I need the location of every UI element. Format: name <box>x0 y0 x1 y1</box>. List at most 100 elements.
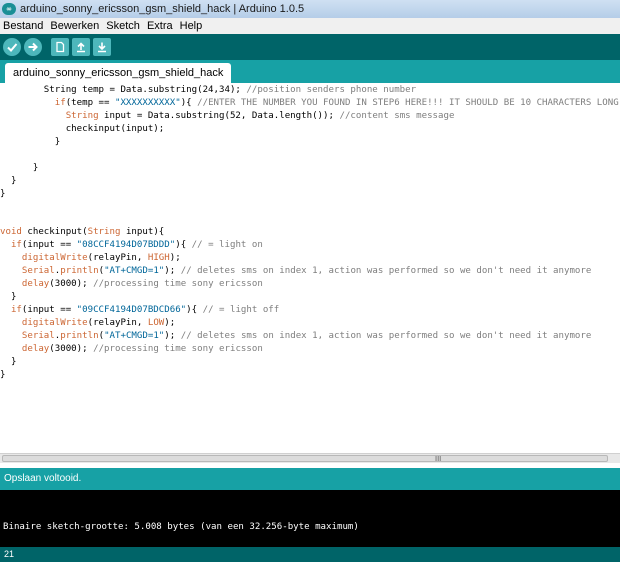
code-line: } <box>0 162 38 175</box>
open-button[interactable] <box>72 38 90 56</box>
menu-bar: Bestand Bewerken Sketch Extra Help <box>0 18 620 34</box>
code-line: if(temp == "XXXXXXXXXX"){ //ENTER THE NU… <box>0 97 620 110</box>
code-token: (relayPin, <box>87 318 148 329</box>
code-token: String <box>87 227 121 238</box>
code-token: delay <box>21 344 50 354</box>
code-token: "09CCF4194D07BDCD66" <box>76 305 187 316</box>
code-token: (temp == <box>65 97 115 108</box>
code-token: LOW <box>147 318 165 329</box>
code-token: println <box>60 331 99 342</box>
code-token: // = light off <box>202 305 280 316</box>
code-token: (input == <box>21 305 77 316</box>
code-token: // deletes sms on index 1, action was pe… <box>180 266 592 277</box>
code-token: "XXXXXXXXXX" <box>114 97 181 108</box>
code-token: } <box>0 369 6 380</box>
code-token: //position senders phone number <box>246 85 417 95</box>
code-token: ){ <box>180 97 198 108</box>
code-line: } <box>0 356 17 369</box>
code-line: if(input == "08CCF4194D07BDDD"){ // = li… <box>0 239 263 252</box>
arrow-right-icon <box>28 42 38 52</box>
code-line: digitalWrite(relayPin, LOW); <box>0 317 175 330</box>
code-token: (3000); <box>49 279 94 290</box>
code-token: //ENTER THE NUMBER YOU FOUND IN STEP6 HE… <box>197 97 620 108</box>
console-output[interactable]: Binaire sketch-grootte: 5.008 bytes (van… <box>0 490 620 547</box>
code-token: (relayPin, <box>87 253 148 264</box>
open-arrow-up-icon <box>77 42 85 53</box>
menu-extra[interactable]: Extra <box>147 20 173 32</box>
save-button[interactable] <box>93 38 111 56</box>
code-token: void <box>0 227 22 238</box>
code-token: println <box>60 266 99 277</box>
new-button[interactable] <box>51 38 69 56</box>
code-token: //content sms message <box>339 110 455 121</box>
code-line: if(input == "09CCF4194D07BDCD66"){ // = … <box>0 304 279 317</box>
code-token: "AT+CMGD=1" <box>104 266 165 277</box>
code-token: if <box>10 305 22 316</box>
window-title: arduino_sonny_ericsson_gsm_shield_hack |… <box>20 3 305 15</box>
code-token: ); <box>164 318 176 329</box>
code-token: (3000); <box>49 344 94 354</box>
code-line: delay(3000); //processing time sony eric… <box>0 343 263 356</box>
code-editor[interactable]: String temp = Data.substring(24,34); //p… <box>0 83 620 453</box>
tab-bar: arduino_sonny_ericsson_gsm_shield_hack <box>0 60 620 83</box>
code-token: input){ <box>120 227 165 238</box>
code-line: digitalWrite(relayPin, HIGH); <box>0 252 181 265</box>
code-token: digitalWrite <box>21 318 88 329</box>
verify-button[interactable] <box>3 38 21 56</box>
code-token: //processing time sony ericsson <box>93 344 263 354</box>
code-line: String temp = Data.substring(24,34); //p… <box>0 84 416 97</box>
console-message: Binaire sketch-grootte: 5.008 bytes (van… <box>3 522 359 532</box>
toolbar <box>0 34 620 60</box>
code-line: } <box>0 291 17 304</box>
menu-bewerken[interactable]: Bewerken <box>50 20 99 32</box>
code-token: digitalWrite <box>21 253 88 264</box>
code-token: // = light on <box>191 240 263 251</box>
code-line: void checkinput(String input){ <box>0 226 164 239</box>
code-token: Serial <box>21 331 55 342</box>
upload-button[interactable] <box>24 38 42 56</box>
code-token: } <box>0 175 17 186</box>
scrollbar-thumb[interactable]: III <box>2 455 608 463</box>
code-token: Serial <box>21 266 55 277</box>
code-token: } <box>0 356 17 367</box>
code-token: ); <box>164 266 181 277</box>
check-icon <box>7 43 18 52</box>
menu-bestand[interactable]: Bestand <box>3 20 43 32</box>
code-token: HIGH <box>147 253 170 264</box>
code-token: "08CCF4194D07BDDD" <box>76 240 176 251</box>
code-line: } <box>0 369 5 382</box>
code-token: if <box>10 240 22 251</box>
code-token: input = Data.substring(52, Data.length()… <box>98 110 340 121</box>
code-token: (input == <box>21 240 77 251</box>
code-line: Serial.println("AT+CMGD=1"); // deletes … <box>0 330 591 343</box>
code-line: } <box>0 188 5 201</box>
code-token: ){ <box>186 305 203 316</box>
code-token: ); <box>164 331 181 342</box>
horizontal-scrollbar[interactable]: III <box>0 453 620 463</box>
code-token: } <box>0 136 61 147</box>
code-token: ); <box>169 253 181 264</box>
code-token: // deletes sms on index 1, action was pe… <box>180 331 592 342</box>
code-token: } <box>0 162 39 173</box>
new-document-icon <box>56 41 65 53</box>
code-token: ){ <box>175 240 192 251</box>
code-token: String temp = Data.substring(24,34); <box>0 85 247 95</box>
code-line: } <box>0 136 61 149</box>
code-token: delay <box>21 279 50 290</box>
tab-sketch[interactable]: arduino_sonny_ericsson_gsm_shield_hack <box>5 63 232 83</box>
arduino-logo-icon: ∞ <box>2 3 16 15</box>
code-token: } <box>0 292 17 303</box>
menu-help[interactable]: Help <box>180 20 203 32</box>
menu-sketch[interactable]: Sketch <box>106 20 140 32</box>
code-token: //processing time sony ericsson <box>93 279 263 290</box>
save-arrow-down-icon <box>98 42 106 53</box>
